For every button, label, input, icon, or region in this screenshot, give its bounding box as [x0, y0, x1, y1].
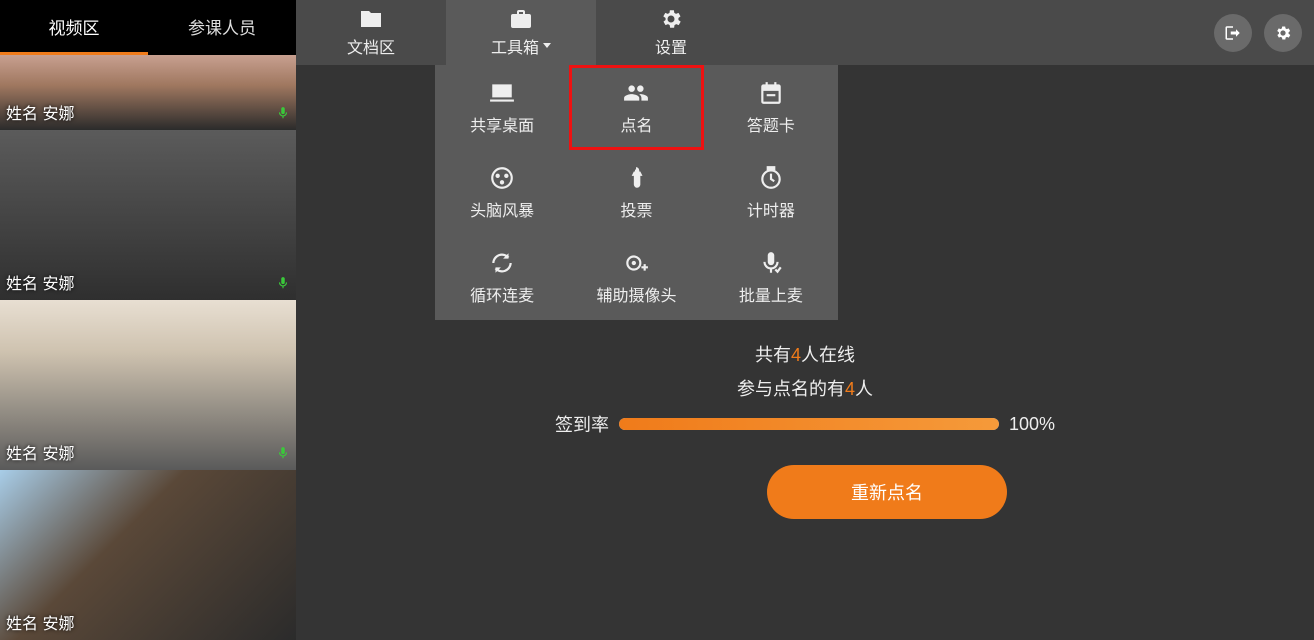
video-item[interactable]: 姓名 安娜: [0, 130, 296, 300]
participant-name: 姓名 安娜: [6, 270, 74, 294]
batch-mic-icon: [758, 250, 784, 276]
caret-down-icon: [543, 43, 551, 48]
tool-answer-card[interactable]: 答题卡: [704, 65, 838, 150]
progress-bar: [619, 418, 999, 430]
tool-label: 循环连麦: [470, 282, 534, 306]
corner-buttons: [1214, 14, 1302, 52]
online-count-row: 共有4人在线: [296, 341, 1314, 367]
topbar-settings[interactable]: 设置: [596, 0, 746, 65]
tool-label: 投票: [620, 197, 652, 221]
calendar-icon: [758, 80, 784, 106]
camera-plus-icon: [623, 250, 649, 276]
topbar: 文档区 工具箱 设置: [296, 0, 1314, 65]
tool-brainstorm[interactable]: 头脑风暴: [435, 150, 569, 235]
topbar-doc-area[interactable]: 文档区: [296, 0, 446, 65]
microphone-icon[interactable]: [276, 444, 290, 462]
toolbox-dropdown: 共享桌面 点名 答题卡 头脑风暴 投票 计时器 循环连麦 辅助摄像头 批量上麦: [435, 65, 838, 320]
attendance-progress: 签到率 100%: [296, 411, 1314, 437]
tool-roll-call[interactable]: 点名: [569, 65, 703, 150]
topbar-toolbox[interactable]: 工具箱: [446, 0, 596, 65]
progress-percent: 100%: [1009, 414, 1055, 435]
rollcall-stats: 共有4人在线 参与点名的有4人: [296, 341, 1314, 409]
progress-fill: [619, 418, 999, 430]
microphone-icon[interactable]: [276, 104, 290, 122]
topbar-toolbox-label: 工具箱: [491, 34, 551, 58]
toolbox-icon: [509, 8, 533, 30]
tool-label: 辅助摄像头: [596, 282, 676, 306]
participant-name: 姓名 安娜: [6, 100, 74, 124]
vote-icon: [623, 165, 649, 191]
folder-icon: [359, 8, 383, 30]
brainstorm-icon: [489, 165, 515, 191]
tool-share-screen[interactable]: 共享桌面: [435, 65, 569, 150]
rollcall-count-row: 参与点名的有4人: [296, 375, 1314, 401]
tool-timer[interactable]: 计时器: [704, 150, 838, 235]
tool-label: 批量上麦: [739, 282, 803, 306]
tool-label: 计时器: [747, 197, 795, 221]
participant-name: 姓名 安娜: [6, 610, 74, 634]
tab-participants[interactable]: 参课人员: [148, 0, 296, 55]
microphone-icon[interactable]: [276, 274, 290, 292]
redo-rollcall-button[interactable]: 重新点名: [767, 465, 1007, 519]
sidebar: 视频区 参课人员 姓名 安娜 姓名 安娜 姓名 安娜 姓名 安娜: [0, 0, 296, 636]
topbar-doc-label: 文档区: [347, 34, 395, 58]
people-icon: [623, 80, 649, 106]
tool-label: 答题卡: [747, 112, 795, 136]
tool-aux-camera[interactable]: 辅助摄像头: [569, 235, 703, 320]
sidebar-tabs: 视频区 参课人员: [0, 0, 296, 55]
video-list: 姓名 安娜 姓名 安娜 姓名 安娜 姓名 安娜: [0, 55, 296, 636]
share-screen-icon: [489, 80, 515, 106]
cycle-icon: [489, 250, 515, 276]
settings-button[interactable]: [1264, 14, 1302, 52]
tool-label: 头脑风暴: [470, 197, 534, 221]
tool-cycle-mic[interactable]: 循环连麦: [435, 235, 569, 320]
video-item[interactable]: 姓名 安娜: [0, 470, 296, 640]
tool-vote[interactable]: 投票: [569, 150, 703, 235]
topbar-settings-label: 设置: [655, 34, 687, 58]
tool-label: 共享桌面: [470, 112, 534, 136]
video-item[interactable]: 姓名 安娜: [0, 300, 296, 470]
participant-name: 姓名 安娜: [6, 440, 74, 464]
video-item[interactable]: 姓名 安娜: [0, 55, 296, 130]
gear-icon: [659, 8, 683, 30]
tab-video-area[interactable]: 视频区: [0, 0, 148, 55]
tool-label: 点名: [620, 112, 652, 136]
tool-batch-mic[interactable]: 批量上麦: [704, 235, 838, 320]
timer-icon: [758, 165, 784, 191]
logout-button[interactable]: [1214, 14, 1252, 52]
progress-label: 签到率: [555, 411, 609, 437]
